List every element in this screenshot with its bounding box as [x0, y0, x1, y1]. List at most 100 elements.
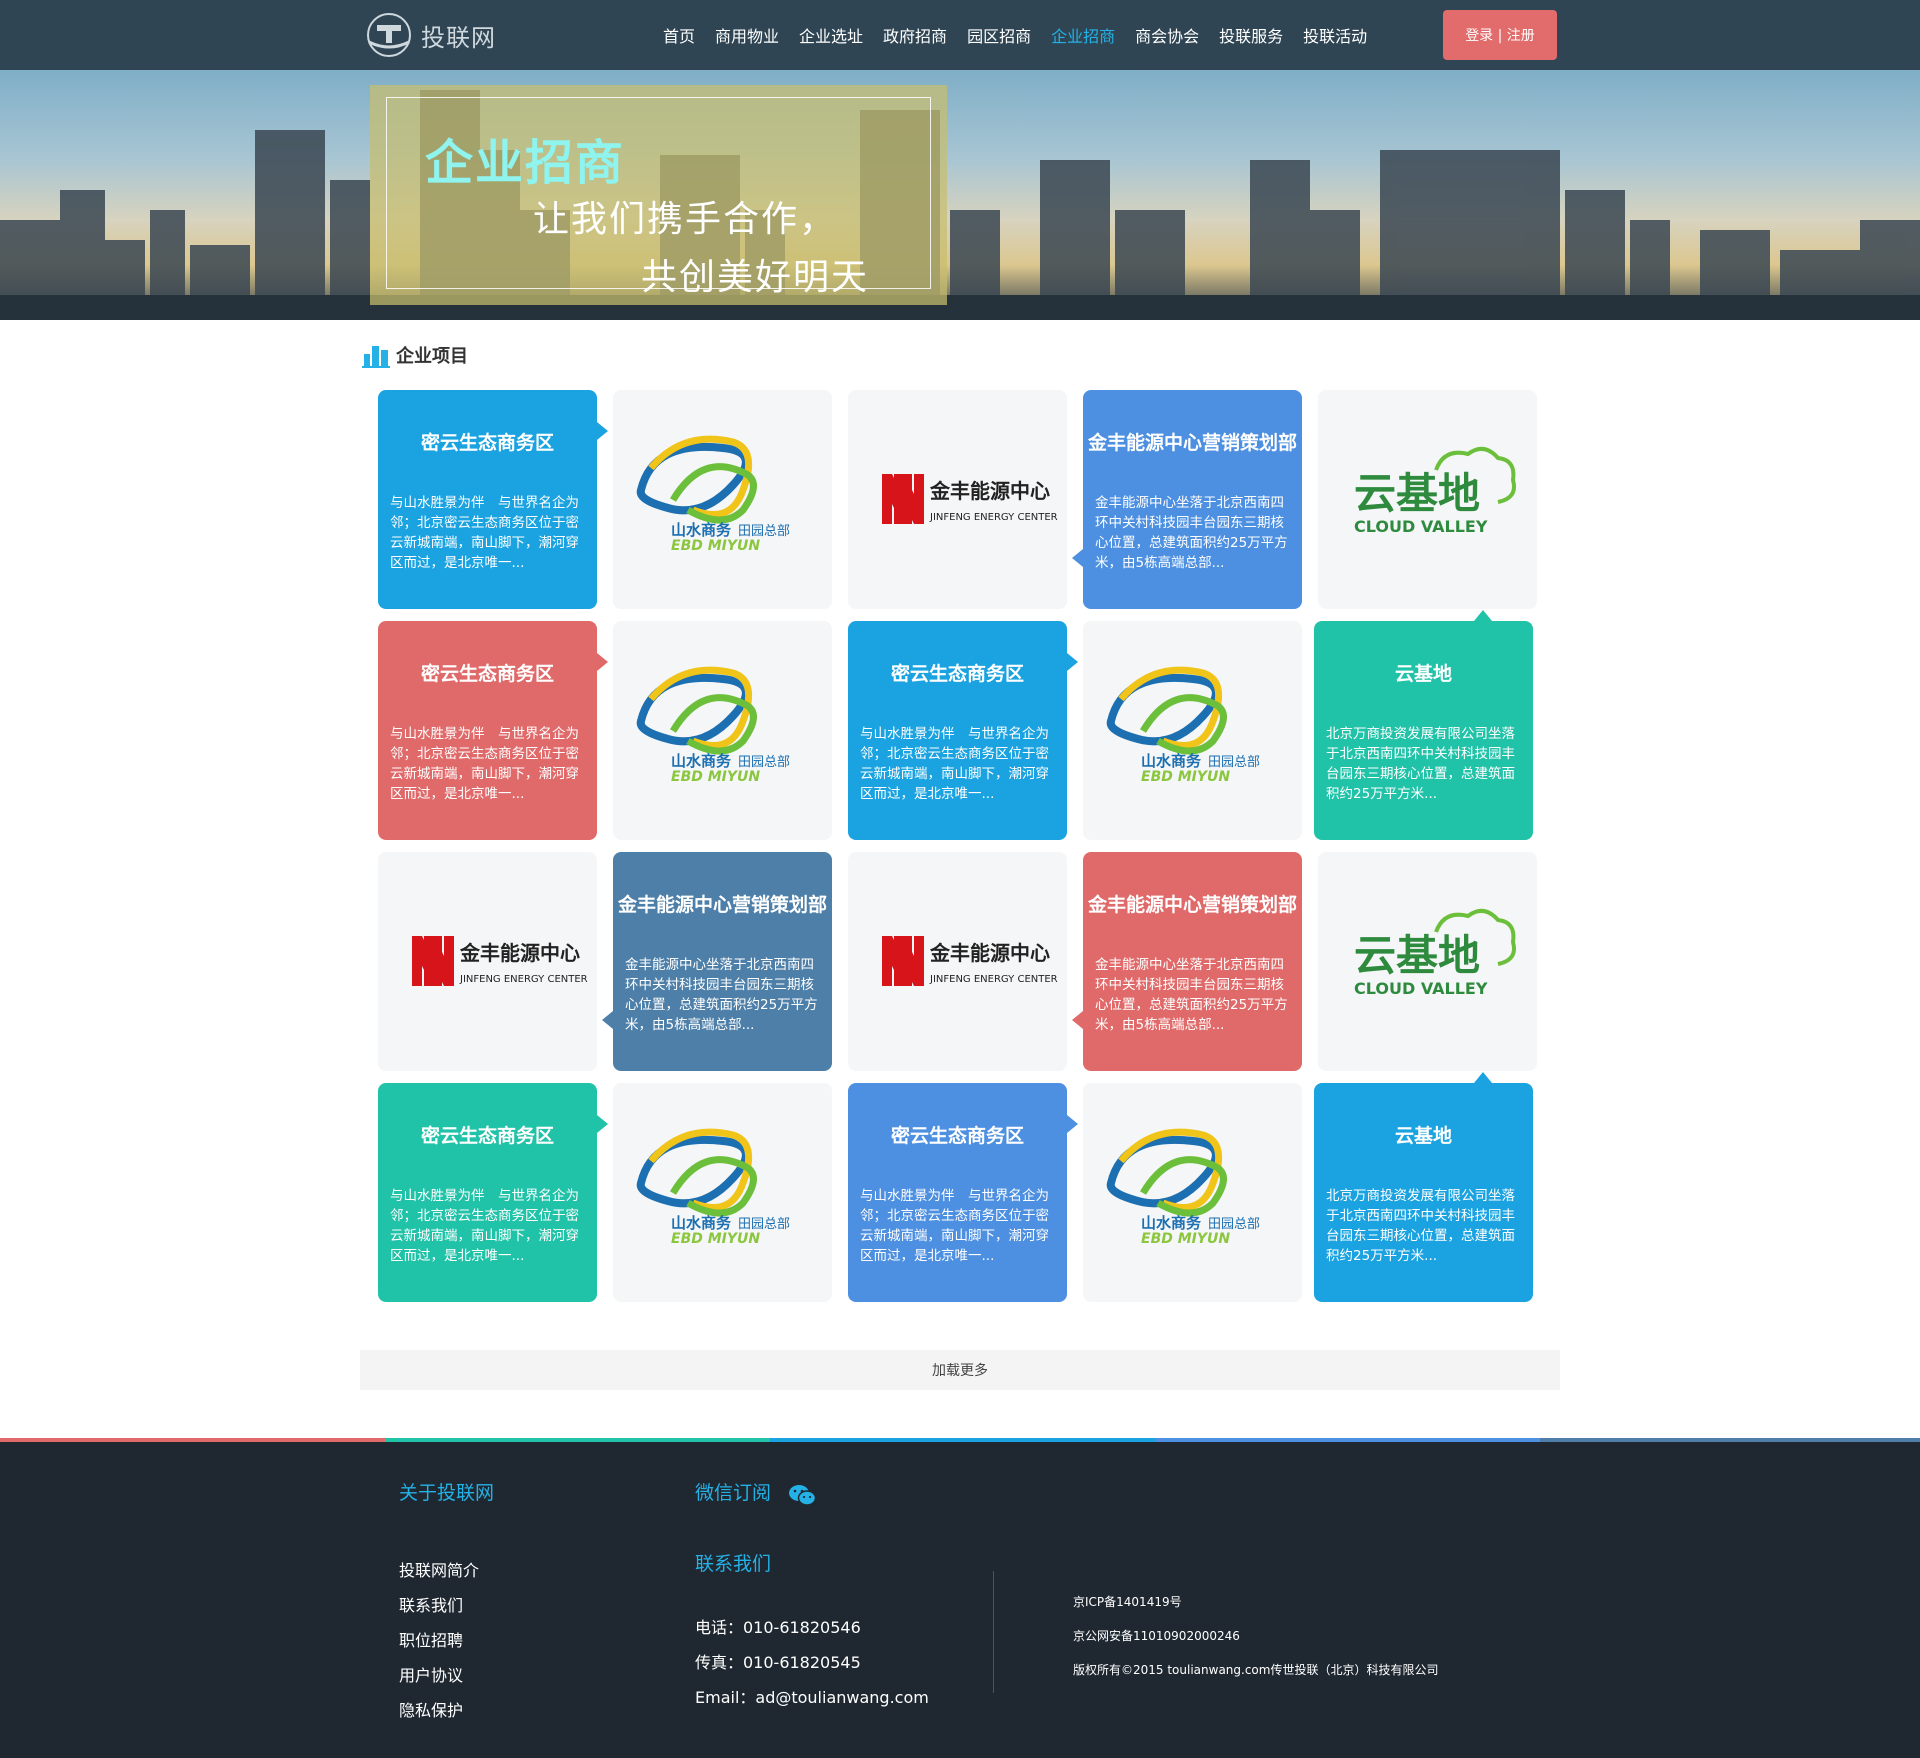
- project-card-miyun[interactable]: 密云生态商务区 与山水胜景为伴 与世界名企为邻；北京密云生态商务区位于密云新城南…: [848, 1083, 1078, 1302]
- footer-email[interactable]: Email：ad@toulianwang.com: [695, 1680, 929, 1715]
- footer-link-contact[interactable]: 联系我们: [399, 1588, 494, 1623]
- nav-item-commercial-property[interactable]: 商用物业: [715, 23, 779, 47]
- logo-tile-miyun[interactable]: 山水商务 田园总部 EBD MIYUN: [613, 390, 832, 609]
- login-register-button[interactable]: 登录 | 注册: [1443, 10, 1557, 60]
- logo-cn-text: 山水商务: [1141, 752, 1202, 770]
- nav-item-government-investment[interactable]: 政府招商: [883, 23, 947, 47]
- nav-item-site-selection[interactable]: 企业选址: [799, 23, 863, 47]
- logo-cn-text: 金丰能源中心: [929, 479, 1050, 503]
- ebd-miyun-logo: 山水商务 田园总部 EBD MIYUN: [636, 435, 790, 554]
- nav-item-enterprise-investment[interactable]: 企业招商: [1051, 23, 1115, 47]
- logo-tile-miyun[interactable]: 山水商务 田园总部 EBD MIYUN: [1083, 1083, 1302, 1302]
- project-title: 密云生态商务区: [420, 432, 554, 454]
- logo-cn-text: 山水商务: [1141, 1214, 1202, 1232]
- jinfeng-logo: 金丰能源中心 JINFENG ENERGY CENTER: [412, 936, 588, 986]
- nav-item-events[interactable]: 投联活动: [1303, 23, 1367, 47]
- jinfeng-logo: 金丰能源中心 JINFENG ENERGY CENTER: [882, 936, 1058, 986]
- project-title: 密云生态商务区: [420, 1125, 554, 1147]
- project-card-miyun[interactable]: 密云生态商务区 与山水胜景为伴 与世界名企为邻；北京密云生态商务区位于密云新城南…: [378, 390, 608, 609]
- project-description: 金丰能源中心坐落于北京西南四环中关村科技园丰台园东三期核心位置，总建筑面积约25…: [1095, 957, 1288, 1033]
- logo-cn-text-2: 田园总部: [1208, 1217, 1260, 1232]
- cloud-valley-logo: 云基地 CLOUD VALLEY: [1354, 446, 1516, 536]
- project-title: 云基地: [1394, 1125, 1452, 1147]
- logo-icon: [367, 13, 411, 57]
- footer-divider: [993, 1571, 994, 1693]
- project-card-yunjidi[interactable]: 云基地 北京万商投资发展有限公司坐落于北京西南四环中关村科技园丰台园东三期核心位…: [1314, 1072, 1533, 1302]
- footer-phone: 电话：010-61820546: [695, 1617, 861, 1637]
- project-description: 与山水胜景为伴 与世界名企为邻；北京密云生态商务区位于密云新城南端，南山脚下，潮…: [860, 1188, 1049, 1264]
- logo-tile-jinfeng[interactable]: 金丰能源中心 JINFENG ENERGY CENTER: [848, 390, 1067, 609]
- footer-about-column: 关于投联网 投联网简介 联系我们 职位招聘 用户协议 隐私保护: [399, 1478, 494, 1728]
- logo-en-text: JINFENG ENERGY CENTER: [459, 974, 588, 985]
- logo-en-text: JINFENG ENERGY CENTER: [929, 974, 1058, 985]
- city-skyline-image: [0, 90, 1920, 320]
- cloud-valley-logo: 云基地 CLOUD VALLEY: [1354, 908, 1516, 998]
- logo-en-text: EBD MIYUN: [671, 769, 760, 785]
- logo-en-text: EBD MIYUN: [1141, 769, 1230, 785]
- footer-link-jobs[interactable]: 职位招聘: [399, 1623, 494, 1658]
- hero-banner: 企业招商 让我们携手合作， 共创美好明天: [0, 70, 1920, 320]
- project-title: 密云生态商务区: [420, 663, 554, 685]
- project-description: 金丰能源中心坐落于北京西南四环中关村科技园丰台园东三期核心位置，总建筑面积约25…: [625, 957, 818, 1033]
- jinfeng-logo: 金丰能源中心 JINFENG ENERGY CENTER: [882, 474, 1058, 524]
- project-grid: 密云生态商务区 与山水胜景为伴 与世界名企为邻；北京密云生态商务区位于密云新城南…: [378, 390, 1558, 1315]
- logo-cn-text: 云基地: [1354, 469, 1480, 518]
- footer-color-stripe: [0, 1438, 1920, 1442]
- project-card-yunjidi[interactable]: 云基地 北京万商投资发展有限公司坐落于北京西南四环中关村科技园丰台园东三期核心位…: [1314, 610, 1533, 840]
- project-description: 与山水胜景为伴 与世界名企为邻；北京密云生态商务区位于密云新城南端，南山脚下，潮…: [860, 726, 1049, 802]
- project-card-miyun[interactable]: 密云生态商务区 与山水胜景为伴 与世界名企为邻；北京密云生态商务区位于密云新城南…: [848, 621, 1078, 840]
- project-description: 北京万商投资发展有限公司坐落于北京西南四环中关村科技园丰台园东三期核心位置，总建…: [1326, 726, 1515, 802]
- footer-fax: 传真：010-61820545: [695, 1652, 861, 1672]
- logo-tile-miyun[interactable]: 山水商务 田园总部 EBD MIYUN: [1083, 621, 1302, 840]
- footer-copyright: 版权所有©2015 toulianwang.com传世投联（北京）科技有限公司: [1073, 1663, 1439, 1677]
- logo-tile-jinfeng[interactable]: 金丰能源中心 JINFENG ENERGY CENTER: [848, 852, 1067, 1071]
- project-card-jinfeng[interactable]: 金丰能源中心营销策划部 金丰能源中心坐落于北京西南四环中关村科技园丰台园东三期核…: [1072, 390, 1302, 609]
- logo-cn-text-2: 田园总部: [738, 1217, 790, 1232]
- project-card-miyun[interactable]: 密云生态商务区 与山水胜景为伴 与世界名企为邻；北京密云生态商务区位于密云新城南…: [378, 1083, 608, 1302]
- project-title: 密云生态商务区: [890, 1125, 1024, 1147]
- project-description: 与山水胜景为伴 与世界名企为邻；北京密云生态商务区位于密云新城南端，南山脚下，潮…: [390, 726, 579, 802]
- top-navigation-bar: 投联网 首页 商用物业 企业选址 政府招商 园区招商 企业招商 商会协会 投联服…: [0, 0, 1920, 70]
- project-description: 北京万商投资发展有限公司坐落于北京西南四环中关村科技园丰台园东三期核心位置，总建…: [1326, 1188, 1515, 1264]
- ebd-miyun-logo: 山水商务 田园总部 EBD MIYUN: [1106, 1128, 1260, 1247]
- logo-tile-miyun[interactable]: 山水商务 田园总部 EBD MIYUN: [613, 621, 832, 840]
- logo-tile-cloud-valley[interactable]: 云基地 CLOUD VALLEY: [1318, 390, 1537, 609]
- project-card-jinfeng[interactable]: 金丰能源中心营销策划部 金丰能源中心坐落于北京西南四环中关村科技园丰台园东三期核…: [602, 852, 832, 1071]
- project-description: 金丰能源中心坐落于北京西南四环中关村科技园丰台园东三期核心位置，总建筑面积约25…: [1095, 495, 1288, 571]
- footer-link-privacy[interactable]: 隐私保护: [399, 1693, 494, 1728]
- enterprise-projects-section: 企业项目 密云生态商务区 与山水胜景为伴 与世界名企为邻；北京密云生态商务区位于…: [360, 320, 1560, 1438]
- nav-item-chambers[interactable]: 商会协会: [1135, 23, 1199, 47]
- logo-tile-jinfeng[interactable]: 金丰能源中心 JINFENG ENERGY CENTER: [378, 852, 597, 1071]
- main-nav: 首页 商用物业 企业选址 政府招商 园区招商 企业招商 商会协会 投联服务 投联…: [653, 0, 1377, 70]
- logo-tile-cloud-valley[interactable]: 云基地 CLOUD VALLEY: [1318, 852, 1537, 1071]
- footer-icp: 京ICP备1401419号: [1073, 1595, 1182, 1609]
- nav-item-home[interactable]: 首页: [663, 23, 695, 47]
- logo-cn-text: 山水商务: [671, 1214, 732, 1232]
- logo-cn-text-2: 田园总部: [1208, 755, 1260, 770]
- load-more-button[interactable]: 加载更多: [360, 1350, 1560, 1390]
- buildings-icon: [362, 346, 390, 368]
- footer-link-terms[interactable]: 用户协议: [399, 1658, 494, 1693]
- project-title: 金丰能源中心营销策划部: [617, 894, 827, 916]
- logo-en-text: EBD MIYUN: [1141, 1231, 1230, 1247]
- nav-item-park-investment[interactable]: 园区招商: [967, 23, 1031, 47]
- site-logo[interactable]: 投联网: [363, 12, 496, 58]
- ebd-miyun-logo: 山水商务 田园总部 EBD MIYUN: [636, 1128, 790, 1247]
- wechat-icon[interactable]: [788, 1483, 817, 1507]
- banner-subtitle-line1: 让我们携手合作，: [533, 199, 838, 240]
- logo-tile-miyun[interactable]: 山水商务 田园总部 EBD MIYUN: [613, 1083, 832, 1302]
- footer-contact-heading: 联系我们: [695, 1552, 772, 1575]
- project-title: 云基地: [1394, 663, 1452, 685]
- project-title: 密云生态商务区: [890, 663, 1024, 685]
- project-card-miyun[interactable]: 密云生态商务区 与山水胜景为伴 与世界名企为邻；北京密云生态商务区位于密云新城南…: [378, 621, 608, 840]
- project-description: 与山水胜景为伴 与世界名企为邻；北京密云生态商务区位于密云新城南端，南山脚下，潮…: [390, 1188, 579, 1264]
- ebd-miyun-logo: 山水商务 田园总部 EBD MIYUN: [636, 666, 790, 785]
- footer-link-intro[interactable]: 投联网简介: [399, 1553, 494, 1588]
- project-card-jinfeng[interactable]: 金丰能源中心营销策划部 金丰能源中心坐落于北京西南四环中关村科技园丰台园东三期核…: [1072, 852, 1302, 1071]
- project-description: 与山水胜景为伴 与世界名企为邻；北京密云生态商务区位于密云新城南端，南山脚下，潮…: [390, 495, 579, 571]
- nav-item-services[interactable]: 投联服务: [1219, 23, 1283, 47]
- logo-cn-text: 山水商务: [671, 752, 732, 770]
- site-footer: 关于投联网 投联网简介 联系我们 职位招聘 用户协议 隐私保护 微信订阅 联系我…: [0, 1438, 1920, 1758]
- footer-contact-column: 微信订阅 联系我们 电话：010-61820546 传真：010-6182054…: [695, 1478, 929, 1715]
- footer-police-record: 京公网安备11010902000246: [1073, 1629, 1240, 1643]
